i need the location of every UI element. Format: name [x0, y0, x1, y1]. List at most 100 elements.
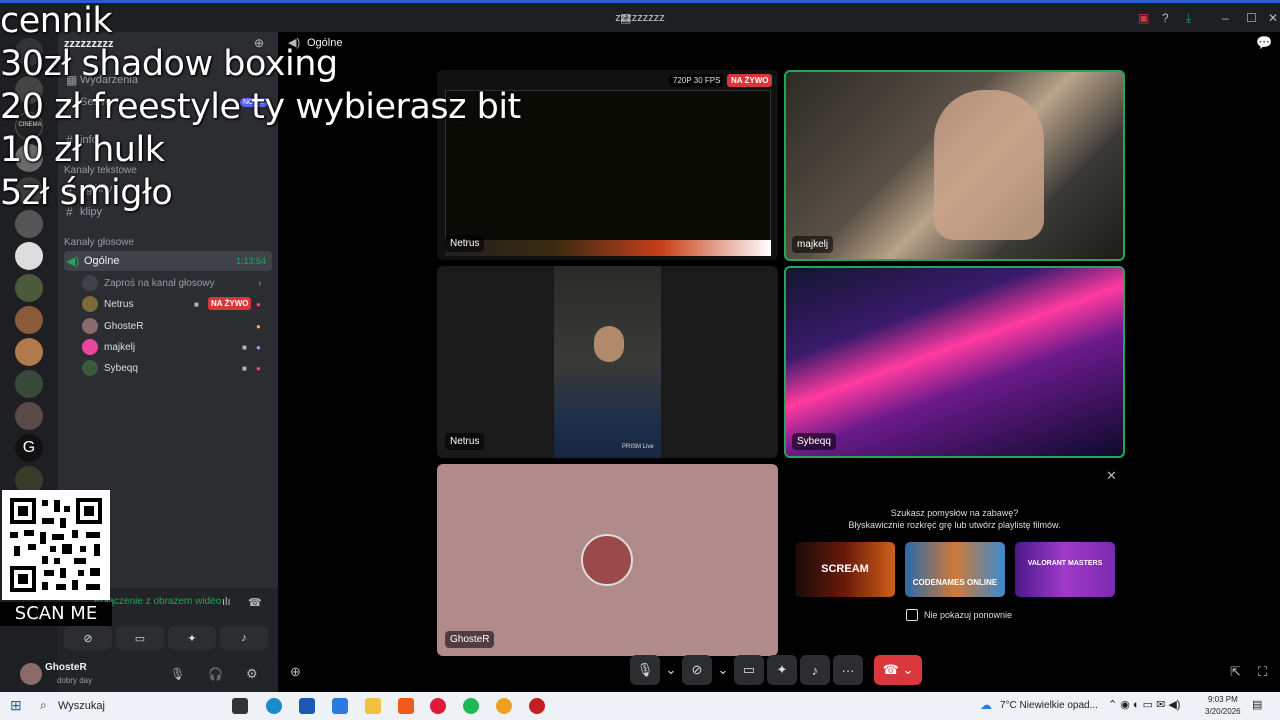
server-icon[interactable]: [15, 370, 43, 398]
video-tile-sybeqq[interactable]: Sybeqq: [784, 266, 1125, 458]
disconnect-icon[interactable]: ☎: [248, 596, 262, 609]
search-icon[interactable]: ⌕: [40, 698, 47, 713]
voice-section-header[interactable]: Kanały głosowe: [64, 237, 134, 248]
headphones-icon[interactable]: 🎧: [208, 667, 223, 681]
voice-channel[interactable]: ◀) Ogólne 1:13:54: [64, 251, 272, 271]
settings-gear-icon[interactable]: ⚙: [246, 666, 258, 682]
dont-show-label: Nie pokazuj ponownie: [924, 610, 1013, 620]
camera-off-button[interactable]: ⊘: [682, 655, 712, 685]
weather-icon: ☁: [980, 698, 992, 712]
windows-start-icon[interactable]: ⊞: [10, 697, 22, 714]
camera-off-button[interactable]: ⊘: [64, 626, 112, 650]
video-tile-majkelj[interactable]: majkelj: [784, 70, 1125, 261]
game-card-codenames[interactable]: CODENAMES ONLINE: [905, 542, 1005, 597]
app-icon[interactable]: [529, 698, 545, 714]
user-status: dobry day: [57, 676, 93, 685]
activity-icon: ●: [256, 342, 261, 352]
close-icon[interactable]: ✕: [1106, 468, 1117, 484]
video-tile-netrus[interactable]: PRISM Live Netrus: [437, 266, 778, 458]
notifications-icon[interactable]: ▤: [1252, 698, 1262, 711]
fullscreen-icon[interactable]: ⛶: [1258, 664, 1267, 680]
avatar: [82, 360, 98, 376]
microphone-button[interactable]: 🎙: [630, 655, 660, 685]
tray-icons[interactable]: ⌃ ◉ ◐ ▭ ✉ ◀): [1108, 698, 1180, 711]
stream-taskbar: [445, 240, 771, 256]
activities-button[interactable]: ✦: [168, 626, 216, 650]
taskbar-search[interactable]: Wyszukaj: [58, 700, 105, 712]
google-server-icon[interactable]: G: [15, 434, 43, 462]
brave-icon[interactable]: [398, 698, 414, 714]
tile-name-label: GhosteR: [445, 631, 495, 648]
tile-name-label: Netrus: [445, 433, 485, 450]
dont-show-checkbox[interactable]: [906, 609, 918, 621]
qr-code: [2, 490, 110, 600]
game-card-scream[interactable]: SCREAM: [795, 542, 895, 597]
screen-share-button[interactable]: ▭: [734, 655, 764, 685]
participant-face: [594, 326, 624, 362]
add-people-icon[interactable]: ⊕: [290, 664, 301, 680]
game-title: CODENAMES ONLINE: [912, 578, 998, 587]
chevron-down-icon[interactable]: ⌄: [663, 655, 679, 685]
activities-button[interactable]: ✦: [767, 655, 797, 685]
more-options-button[interactable]: ···: [833, 655, 863, 685]
call-timer: 1:13:54: [235, 256, 266, 266]
game-card-valorant[interactable]: VALORANT MASTERS: [1015, 542, 1115, 597]
member-majkelj[interactable]: majkelj ■ ●: [82, 337, 272, 357]
invite-icon: [82, 275, 98, 291]
title-bar: ▤ zzzzzzzzz ▣ ? ⤓ – ☐ ✕: [0, 0, 1280, 32]
chat-icon[interactable]: 💬: [1256, 35, 1272, 51]
help-icon[interactable]: ?: [1162, 11, 1169, 25]
member-sybeqq[interactable]: Sybeqq ■ ●: [82, 358, 272, 378]
server-icon[interactable]: [15, 306, 43, 334]
inbox-icon[interactable]: ▣: [1138, 11, 1149, 25]
server-icon[interactable]: [15, 402, 43, 430]
participant-video: [554, 266, 661, 458]
member-netrus[interactable]: Netrus ■ NA ŻYWO ●: [82, 294, 272, 314]
voice-status: Połączenie z obrazem wideo: [94, 596, 222, 607]
server-icon[interactable]: [15, 274, 43, 302]
edge-icon[interactable]: [266, 698, 282, 714]
chevron-down-icon[interactable]: ⌄: [715, 655, 731, 685]
mail-icon[interactable]: [332, 698, 348, 714]
username[interactable]: GhosteR: [45, 662, 87, 673]
screen-share-button[interactable]: ▭: [116, 626, 164, 650]
maximize-icon[interactable]: ☐: [1246, 11, 1257, 25]
opera-icon[interactable]: [430, 698, 446, 714]
chrome-icon[interactable]: [496, 698, 512, 714]
video-tile-ghoster[interactable]: GhosteR: [437, 464, 778, 656]
clock-date[interactable]: 3/20/2026: [1205, 707, 1241, 716]
avatar: [82, 339, 98, 355]
invite-to-voice[interactable]: Zaproś na kanał głosowy ›: [82, 273, 272, 293]
window-title: zzzzzzzzz: [615, 12, 665, 24]
popout-icon[interactable]: ⇱: [1230, 664, 1241, 680]
member-ghoster[interactable]: GhosteR ●: [82, 316, 272, 336]
weather-text[interactable]: 7°C Niewielkie opad...: [1000, 700, 1098, 711]
camera-icon: ■: [194, 299, 199, 309]
noise-icon[interactable]: ılı: [222, 596, 231, 608]
tile-name-label: Sybeqq: [792, 433, 836, 450]
hang-up-button[interactable]: ☎ ⌄: [874, 655, 922, 685]
task-view-icon[interactable]: [232, 698, 248, 714]
store-icon[interactable]: [299, 698, 315, 714]
overlay-price-line: 30zł shadow boxing: [0, 44, 338, 84]
spotify-icon[interactable]: [463, 698, 479, 714]
avatar: [581, 534, 633, 586]
server-icon[interactable]: [15, 242, 43, 270]
chevron-right-icon: ›: [258, 277, 262, 289]
speaker-icon: ◀): [66, 254, 80, 268]
soundboard-button[interactable]: ♪: [220, 626, 268, 650]
avatar[interactable]: [20, 663, 42, 685]
camera-icon: ■: [242, 363, 247, 373]
soundboard-button[interactable]: ♪: [800, 655, 830, 685]
scan-me-label: SCAN ME: [0, 602, 112, 626]
explorer-icon[interactable]: [365, 698, 381, 714]
activity-icon: ●: [256, 363, 261, 373]
clock-time[interactable]: 9:03 PM: [1208, 695, 1238, 704]
download-icon[interactable]: ⤓: [1186, 11, 1191, 26]
overlay-price-title: cennik: [0, 1, 113, 41]
server-icon[interactable]: [15, 338, 43, 366]
minimize-icon[interactable]: –: [1222, 11, 1229, 25]
close-icon[interactable]: ✕: [1268, 11, 1278, 25]
call-area: ◀) Ogólne 💬 720P 30 FPS NA ŻYWO Netrus m…: [278, 32, 1280, 692]
microphone-icon[interactable]: 🎙: [170, 667, 185, 681]
